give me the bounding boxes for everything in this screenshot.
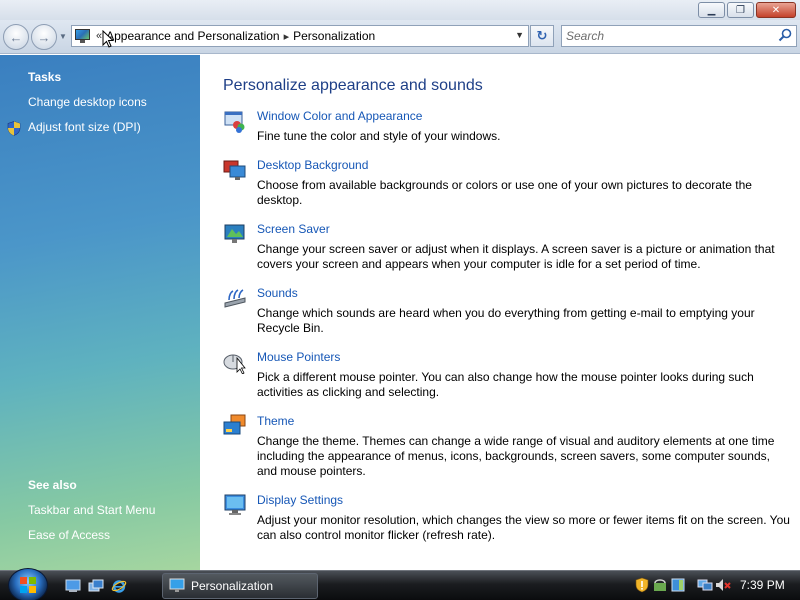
search-icon[interactable]: [778, 28, 792, 42]
sounds-link[interactable]: Sounds: [257, 286, 298, 300]
switch-windows-icon[interactable]: [88, 578, 104, 594]
desktop-background-icon: [223, 160, 246, 180]
windows-logo-icon: [20, 577, 36, 593]
start-button[interactable]: [8, 568, 48, 600]
screen-saver-icon: [224, 224, 245, 243]
theme-description: Change the theme. Themes can change a wi…: [257, 434, 775, 478]
system-clock[interactable]: 7:39 PM: [740, 578, 785, 592]
network-icon[interactable]: [697, 577, 713, 593]
breadcrumb-appearance-and-personalization[interactable]: Appearance and Personalization: [106, 29, 279, 43]
window-color-icon: [224, 111, 245, 133]
main-content: Personalize appearance and sounds Window…: [200, 55, 800, 570]
security-alert-icon[interactable]: [634, 577, 650, 593]
volume-muted-icon[interactable]: [715, 577, 731, 593]
page-title: Personalize appearance and sounds: [223, 77, 483, 94]
screen-saver-description: Change your screen saver or adjust when …: [257, 242, 775, 271]
address-bar[interactable]: « Appearance and Personalization ▸ Perso…: [71, 25, 529, 47]
sounds-description: Change which sounds are heard when you d…: [257, 306, 755, 335]
search-box[interactable]: [561, 25, 797, 47]
display-settings-description: Adjust your monitor resolution, which ch…: [257, 513, 790, 542]
task-adjust-font-size[interactable]: Adjust font size (DPI): [28, 120, 141, 134]
see-also-heading: See also: [28, 478, 77, 492]
desktop-background-link[interactable]: Desktop Background: [257, 158, 368, 172]
tasks-heading: Tasks: [28, 70, 62, 84]
taskbar-button-personalization[interactable]: Personalization: [162, 573, 318, 599]
window-controls: ▁ ❐ ✕: [698, 2, 796, 18]
theme-link[interactable]: Theme: [257, 414, 294, 428]
task-pane: Tasks Change desktop icons Adjust font s…: [0, 55, 200, 570]
title-bar: ▁ ❐ ✕: [0, 0, 800, 20]
theme-icon: [223, 414, 246, 435]
recent-pages-dropdown[interactable]: ▼: [59, 32, 67, 41]
control-panel-icon: [74, 28, 92, 44]
windows-sidebar-icon[interactable]: [670, 577, 686, 593]
back-button[interactable]: ←: [3, 24, 29, 50]
taskbar-button-label: Personalization: [191, 579, 274, 593]
window-color-description: Fine tune the color and style of your wi…: [257, 129, 501, 143]
internet-explorer-icon[interactable]: [111, 578, 127, 594]
mouse-pointers-description: Pick a different mouse pointer. You can …: [257, 370, 754, 399]
close-button[interactable]: ✕: [756, 2, 796, 18]
uac-shield-icon: [7, 121, 21, 136]
breadcrumb-separator[interactable]: ▸: [284, 30, 290, 43]
windows-defender-icon[interactable]: [652, 577, 668, 593]
forward-button[interactable]: →: [31, 24, 57, 50]
display-settings-link[interactable]: Display Settings: [257, 493, 343, 507]
minimize-button[interactable]: ▁: [698, 2, 725, 18]
maximize-button[interactable]: ❐: [727, 2, 754, 18]
show-desktop-icon[interactable]: [65, 578, 81, 594]
task-change-desktop-icons[interactable]: Change desktop icons: [28, 95, 147, 109]
search-input[interactable]: [566, 26, 766, 46]
mouse-pointers-link[interactable]: Mouse Pointers: [257, 350, 340, 364]
address-dropdown-icon[interactable]: ▼: [515, 30, 524, 40]
display-settings-icon: [224, 494, 246, 515]
window-color-link[interactable]: Window Color and Appearance: [257, 109, 422, 123]
control-panel-icon: [169, 578, 185, 592]
see-also-ease-of-access[interactable]: Ease of Access: [28, 528, 110, 542]
sounds-icon: [224, 289, 246, 308]
navigation-bar: ← → ▼ « Appearance and Personalization ▸…: [0, 20, 800, 54]
mouse-pointers-icon: [223, 354, 246, 374]
breadcrumb-personalization[interactable]: Personalization: [293, 29, 375, 43]
mouse-cursor-icon: [102, 30, 114, 48]
see-also-taskbar-and-start-menu[interactable]: Taskbar and Start Menu: [28, 503, 155, 517]
taskbar: Personalization 7:39 PM: [0, 568, 800, 600]
refresh-button[interactable]: ↻: [530, 25, 554, 47]
screen-saver-link[interactable]: Screen Saver: [257, 222, 330, 236]
desktop-background-description: Choose from available backgrounds or col…: [257, 178, 752, 207]
